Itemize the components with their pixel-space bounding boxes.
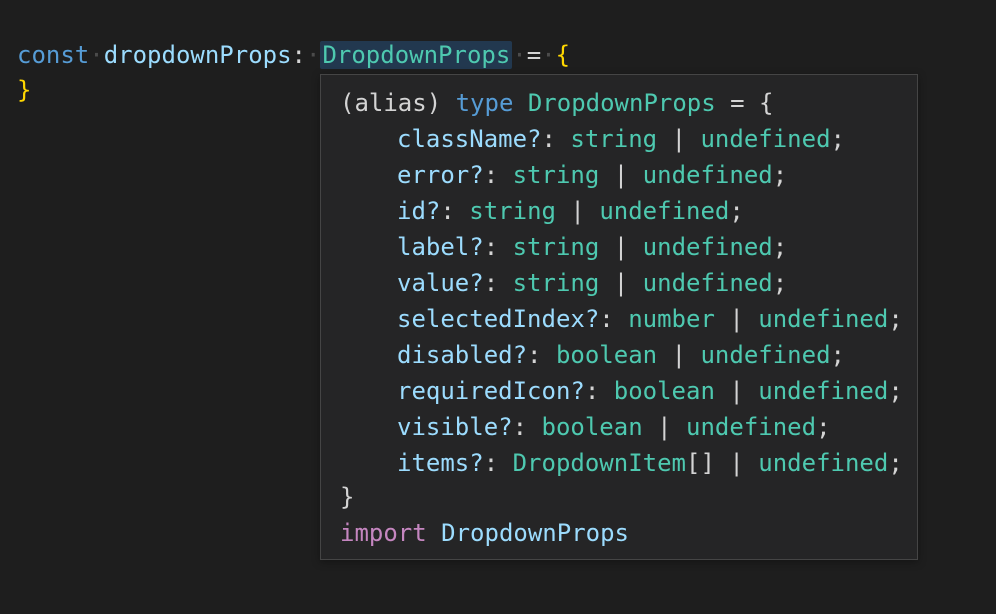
hover-field-line: label?: string | undefined; xyxy=(340,229,787,265)
field-type: number xyxy=(628,305,715,333)
undefined-type: undefined xyxy=(642,233,773,261)
whitespace-marker: · xyxy=(512,41,527,69)
code-line-2[interactable]: } xyxy=(17,72,31,108)
closing-brace: } xyxy=(340,483,355,511)
union-pipe: | xyxy=(613,161,629,189)
undefined-type: undefined xyxy=(700,341,831,369)
equals-sign: = xyxy=(526,41,542,69)
field-type: DropdownItem xyxy=(512,449,686,477)
semicolon: ; xyxy=(888,305,903,333)
hover-field-line: disabled?: boolean | undefined; xyxy=(340,337,845,373)
hover-field-line: error?: string | undefined; xyxy=(340,157,787,193)
union-pipe: | xyxy=(729,377,744,405)
field-type: boolean xyxy=(613,377,715,405)
field-type: boolean xyxy=(541,413,643,441)
colon: : xyxy=(291,41,306,69)
semicolon: ; xyxy=(772,233,788,261)
union-pipe: | xyxy=(570,197,585,225)
semicolon: ; xyxy=(729,197,744,225)
hover-field-line: items?: DropdownItem[] | undefined; xyxy=(340,445,903,481)
type-annotation[interactable]: DropdownProps xyxy=(320,41,513,69)
field-colon: : xyxy=(483,449,499,477)
hover-header-line: (alias) type DropdownProps = { xyxy=(340,85,774,121)
code-editor[interactable]: const·dropdownProps:·DropdownProps·=·{ }… xyxy=(0,0,996,614)
hover-field-line: className?: string | undefined; xyxy=(340,121,845,157)
alias-label: (alias) xyxy=(340,89,442,117)
field-colon: : xyxy=(440,197,455,225)
field-type: string xyxy=(512,233,600,261)
hover-field-line: value?: string | undefined; xyxy=(340,265,787,301)
field-type: string xyxy=(469,197,556,225)
field-colon: : xyxy=(599,305,614,333)
field-colon: : xyxy=(483,161,499,189)
union-pipe: | xyxy=(671,125,687,153)
field-name: error? xyxy=(397,161,484,189)
semicolon: ; xyxy=(888,377,903,405)
open-brace: { xyxy=(555,41,571,69)
semicolon: ; xyxy=(830,341,845,369)
code-line-1[interactable]: const·dropdownProps:·DropdownProps·=·{ xyxy=(17,37,570,73)
field-type: boolean xyxy=(555,341,658,369)
hover-field-line: id?: string | undefined; xyxy=(340,193,744,229)
undefined-type: undefined xyxy=(700,125,831,153)
whitespace-marker: · xyxy=(541,41,556,69)
field-type: string xyxy=(512,269,600,297)
type-name: DropdownProps xyxy=(527,89,716,117)
whitespace-marker: · xyxy=(89,41,104,69)
undefined-type: undefined xyxy=(599,197,730,225)
whitespace-marker: · xyxy=(306,41,321,69)
field-name: id? xyxy=(397,197,441,225)
field-type: string xyxy=(512,161,600,189)
field-name: label? xyxy=(397,233,484,261)
semicolon: ; xyxy=(816,413,831,441)
const-keyword: const xyxy=(17,41,90,69)
field-name: requiredIcon? xyxy=(397,377,585,405)
semicolon: ; xyxy=(830,125,845,153)
hover-field-line: selectedIndex?: number | undefined; xyxy=(340,301,903,337)
union-pipe: | xyxy=(613,269,629,297)
semicolon: ; xyxy=(772,161,788,189)
variable-name[interactable]: dropdownProps xyxy=(104,41,292,69)
field-name: className? xyxy=(397,125,542,153)
field-name: value? xyxy=(397,269,484,297)
import-name: DropdownProps xyxy=(441,519,629,547)
semicolon: ; xyxy=(888,449,903,477)
field-colon: : xyxy=(584,377,600,405)
field-colon: : xyxy=(483,233,499,261)
undefined-type: undefined xyxy=(642,161,773,189)
array-brackets: [] xyxy=(686,449,715,477)
field-colon: : xyxy=(483,269,499,297)
undefined-type: undefined xyxy=(758,305,889,333)
field-colon: : xyxy=(527,341,542,369)
type-hover-tooltip: (alias) type DropdownProps = { className… xyxy=(320,74,918,560)
union-pipe: | xyxy=(613,233,629,261)
close-brace: } xyxy=(17,76,32,104)
undefined-type: undefined xyxy=(642,269,773,297)
union-pipe: | xyxy=(729,305,744,333)
hover-field-line: visible?: boolean | undefined; xyxy=(340,409,831,445)
field-name: selectedIndex? xyxy=(397,305,600,333)
union-pipe: | xyxy=(657,413,672,441)
field-name: disabled? xyxy=(397,341,528,369)
field-type: string xyxy=(570,125,658,153)
import-keyword: import xyxy=(340,519,427,547)
semicolon: ; xyxy=(772,269,788,297)
equals-brace: = { xyxy=(730,89,774,117)
field-colon: : xyxy=(541,125,556,153)
field-name: visible? xyxy=(397,413,513,441)
type-keyword: type xyxy=(455,89,514,117)
field-name: items? xyxy=(397,449,484,477)
hover-field-line: requiredIcon?: boolean | undefined; xyxy=(340,373,903,409)
hover-import-line: import DropdownProps xyxy=(340,515,629,551)
union-pipe: | xyxy=(671,341,687,369)
undefined-type: undefined xyxy=(686,413,817,441)
field-colon: : xyxy=(512,413,528,441)
undefined-type: undefined xyxy=(758,449,889,477)
union-pipe: | xyxy=(729,449,744,477)
undefined-type: undefined xyxy=(758,377,889,405)
hover-closing-brace-line: } xyxy=(340,479,354,515)
